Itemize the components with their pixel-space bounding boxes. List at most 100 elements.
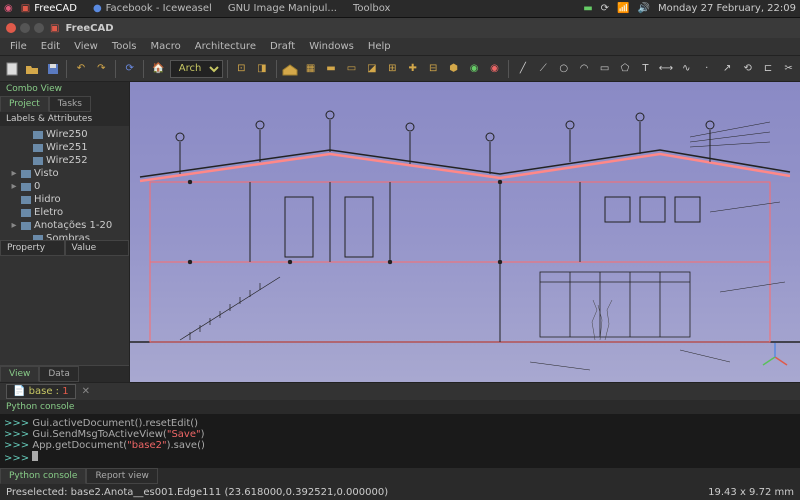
draft-trim-button[interactable]: ✂ [779,58,798,80]
property-col-name: Property [0,240,65,256]
draft-rect-button[interactable]: ▭ [595,58,614,80]
arch-remove-button[interactable]: ◉ [485,58,504,80]
taskbar-app-browser[interactable]: ● Facebook - Iceweasel [85,3,220,14]
arch-structure-button[interactable]: ▦ [301,58,320,80]
arch-axis-button[interactable]: ⊟ [423,58,442,80]
open-button[interactable] [22,58,41,80]
workbench-selector[interactable]: Arch [170,60,223,78]
property-header: Property Value [0,240,129,256]
draft-bspline-button[interactable]: ∿ [677,58,696,80]
draft-line-button[interactable]: ╱ [513,58,532,80]
maximize-button[interactable] [34,23,44,33]
close-doc-icon[interactable]: ✕ [82,386,90,397]
arch-section-button[interactable]: ✚ [403,58,422,80]
property-col-value: Value [65,240,130,256]
refresh-button[interactable]: ⟳ [120,58,139,80]
architectural-drawing [130,82,800,382]
tray-icon[interactable]: 🔊 [638,3,650,14]
tray-icon[interactable]: ▬ [583,3,592,14]
tray-icon[interactable]: 📶 [617,3,629,14]
tree-item[interactable]: ▸Anotações 1-20 [2,219,127,232]
arch-site-button[interactable]: ◪ [362,58,381,80]
tree-item[interactable]: Wire251 [2,141,127,154]
tray-icon[interactable]: ⟳ [601,3,609,14]
new-button[interactable] [2,58,21,80]
draft-move-button[interactable]: ↗ [717,58,736,80]
menu-help[interactable]: Help [362,39,397,54]
arch-wall-button[interactable] [280,58,299,80]
arch-window-button[interactable]: ⊞ [383,58,402,80]
freecad-logo-icon: ▣ [50,23,59,34]
taskbar-app-toolbox[interactable]: Toolbox [345,3,399,14]
draft-text-button[interactable]: T [636,58,655,80]
zoom-fit-button[interactable]: ⊡ [232,58,251,80]
menu-edit[interactable]: Edit [35,39,66,54]
draft-dim-button[interactable]: ⟷ [656,58,675,80]
tray-datetime[interactable]: Monday 27 February, 22:09 [658,3,796,14]
redo-button[interactable]: ↷ [92,58,111,80]
draft-wire-button[interactable]: ⟋ [534,58,553,80]
save-button[interactable] [43,58,62,80]
arch-roof-button[interactable]: ⬢ [444,58,463,80]
tree-item[interactable]: Sombras [2,232,127,240]
draft-arc-button[interactable]: ◠ [574,58,593,80]
data-tab[interactable]: Data [39,366,79,382]
statusbar: Preselected: base2.Anota__es001.Edge111 … [0,484,800,500]
debian-icon: ◉ [4,3,13,14]
menu-macro[interactable]: Macro [144,39,186,54]
status-dimensions: 19.43 x 9.72 mm [708,487,794,498]
draft-circle-button[interactable]: ○ [554,58,573,80]
tree-item[interactable]: ▸Visto [2,167,127,180]
console-title: Python console [0,400,800,414]
draft-rotate-button[interactable]: ⟲ [738,58,757,80]
menu-file[interactable]: File [4,39,33,54]
tree-item[interactable]: Eletro [2,206,127,219]
project-tab[interactable]: Project [0,96,49,112]
taskbar-app-freecad[interactable]: ▣ FreeCAD [13,3,85,14]
draft-polygon-button[interactable]: ⬠ [615,58,634,80]
toolbar: ↶ ↷ ⟳ 🏠 Arch ⊡ ◨ ▦ ▬ ▭ ◪ ⊞ ✚ ⊟ ⬢ ◉ ◉ ╱ ⟋… [0,56,800,82]
tree-item[interactable]: Wire250 [2,128,127,141]
viewport-status: 📄 base : 1 ✕ [0,382,800,400]
window-title: FreeCAD [65,23,113,34]
menu-windows[interactable]: Windows [303,39,360,54]
undo-button[interactable]: ↶ [71,58,90,80]
axo-view-button[interactable]: ◨ [252,58,271,80]
tree-item[interactable]: Wire252 [2,154,127,167]
draft-point-button[interactable]: · [697,58,716,80]
menu-architecture[interactable]: Architecture [189,39,262,54]
3d-viewport[interactable] [130,82,800,382]
arch-floor-button[interactable]: ▬ [321,58,340,80]
tree-item[interactable]: Hidro [2,193,127,206]
menu-tools[interactable]: Tools [106,39,143,54]
model-tree[interactable]: Wire250Wire251Wire252▸Visto▸0HidroEletro… [0,126,129,240]
python-console-tab[interactable]: Python console [0,468,86,484]
report-view-tab[interactable]: Report view [86,468,157,484]
window-titlebar: ▣ FreeCAD [0,18,800,38]
doc-icon: 📄 [13,386,25,397]
tasks-tab[interactable]: Tasks [49,96,91,112]
arch-add-button[interactable]: ◉ [464,58,483,80]
browser-icon: ● [93,3,102,14]
python-console[interactable]: >>> Gui.activeDocument().resetEdit()>>> … [0,414,800,468]
arch-building-button[interactable]: ▭ [342,58,361,80]
draft-offset-button[interactable]: ⊏ [758,58,777,80]
combo-view-panel: Combo View Project Tasks Labels & Attrib… [0,82,130,382]
taskbar-tray: ▬ ⟳ 📶 🔊 Monday 27 February, 22:09 [583,3,796,14]
view-tab[interactable]: View [0,366,39,382]
freecad-icon: ▣ [21,3,30,14]
property-panel[interactable] [0,256,129,366]
tree-header: Labels & Attributes [0,112,129,126]
combo-view-title: Combo View [0,82,129,96]
tree-item[interactable]: ▸0 [2,180,127,193]
document-tag[interactable]: 📄 base : 1 [6,384,76,399]
taskbar-app-gimp[interactable]: GNU Image Manipul... [220,3,345,14]
workbench-icon: 🏠 [148,63,168,74]
desktop-taskbar: ◉ ▣ FreeCAD ● Facebook - Iceweasel GNU I… [0,0,800,18]
minimize-button[interactable] [20,23,30,33]
close-button[interactable] [6,23,16,33]
menu-draft[interactable]: Draft [264,39,301,54]
status-preselected: Preselected: base2.Anota__es001.Edge111 … [6,487,388,498]
menubar: File Edit View Tools Macro Architecture … [0,38,800,56]
menu-view[interactable]: View [68,39,104,54]
